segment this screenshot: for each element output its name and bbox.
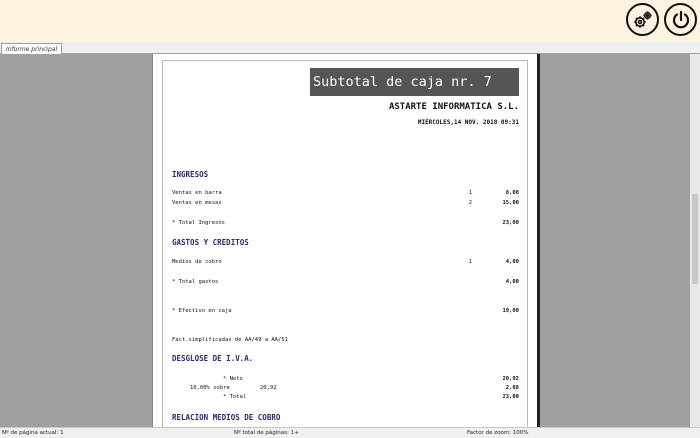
- settings-button[interactable]: [626, 3, 659, 36]
- section-ingresos: INGRESOS: [172, 170, 209, 179]
- zoom-status: Factor de zoom: 100%: [467, 430, 529, 436]
- table-row: Ventas en barra 1 8,00: [172, 190, 519, 196]
- facturas-row: Fact.simplificadas de AA/49 a AA/51: [172, 337, 288, 343]
- gears-icon: [633, 10, 652, 28]
- iva-total-row: * Total 23,00: [223, 394, 519, 400]
- report-title: Subtotal de caja nr. 7: [310, 68, 519, 96]
- current-page-status: Nº de página actual: 1: [2, 430, 64, 436]
- report-page: Subtotal de caja nr. 7 ASTARTE INFORMATI…: [152, 54, 540, 427]
- company-name: ASTARTE INFORMATICA S.L.: [388, 102, 519, 112]
- total-row: * Total Ingresos 23,00: [172, 220, 519, 226]
- iva-neto-row: * Neto 20,92: [223, 376, 519, 382]
- power-icon: [672, 10, 689, 28]
- vertical-scrollbar[interactable]: [690, 54, 700, 427]
- total-pages-status: Nº total de páginas: 1+: [234, 430, 299, 436]
- table-row: Ventas en mesas 2 15,00: [172, 200, 519, 206]
- section-medios-cobro: RELACION MEDIOS DE COBRO: [172, 413, 281, 422]
- status-bar: Nº de página actual: 1 Nº total de págin…: [0, 427, 700, 438]
- section-gastos: GASTOS Y CREDITOS: [172, 238, 249, 247]
- tab-bar: Informe principal: [0, 42, 700, 55]
- total-row: * Total gastos 4,00: [172, 279, 519, 285]
- iva-rate-row: 10,00% sobre 20,92 2,08: [190, 385, 519, 391]
- report-viewer[interactable]: Subtotal de caja nr. 7 ASTARTE INFORMATI…: [0, 54, 700, 427]
- section-iva: DESGLOSE DE I.V.A.: [172, 354, 254, 363]
- scrollbar-thumb[interactable]: [692, 194, 698, 284]
- report-date: MIÉRCOLES,14 NOV. 2018 09:31: [417, 119, 519, 126]
- power-button[interactable]: [664, 3, 697, 36]
- efectivo-row: * Efectivo en caja 19,00: [172, 308, 519, 314]
- table-row: Medios de cobro 1 4,00: [172, 259, 519, 265]
- top-toolbar: [0, 0, 700, 42]
